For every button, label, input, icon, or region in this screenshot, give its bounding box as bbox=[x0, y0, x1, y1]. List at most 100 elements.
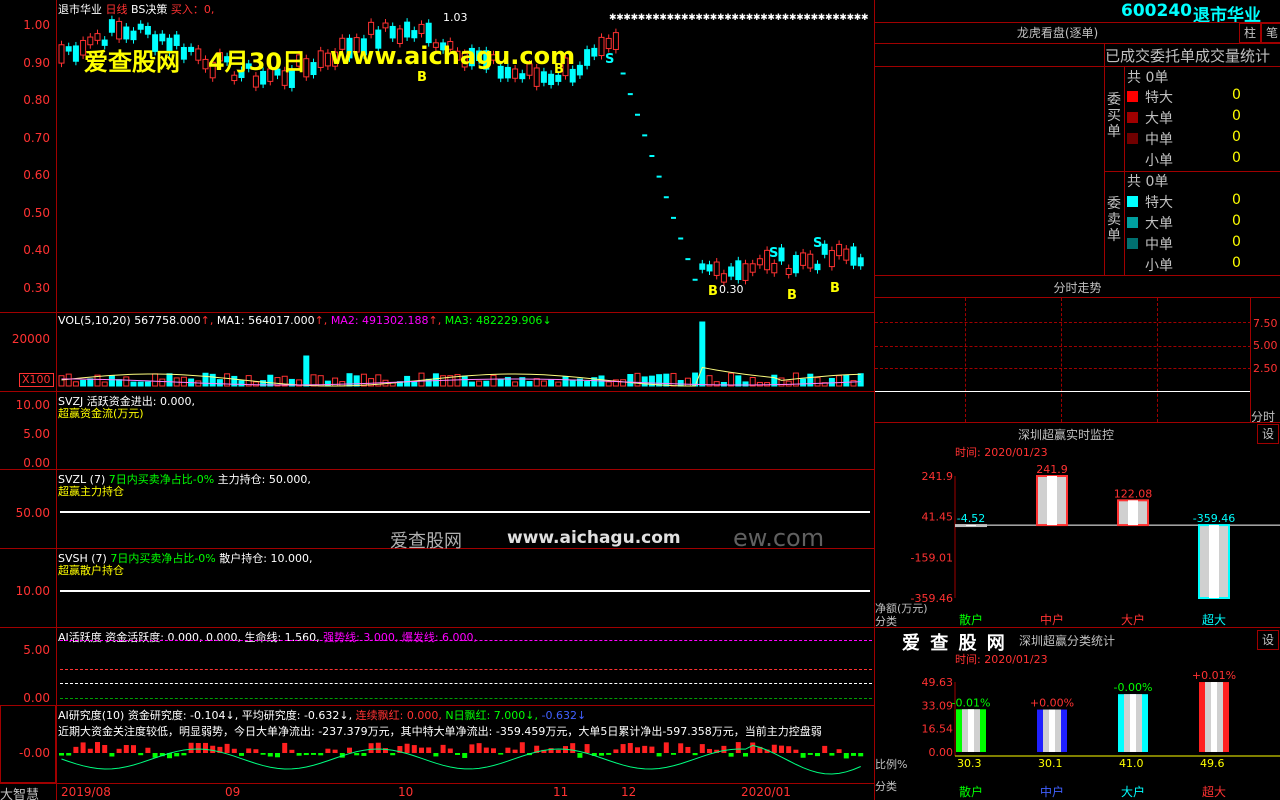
research-bar bbox=[318, 753, 324, 756]
research-bar bbox=[829, 753, 835, 756]
class-bar-chart[interactable]: 49.63 33.09 16.54 0.00 -0.01% 30.3 散户 +0.00% 30.… bbox=[875, 664, 1280, 800]
volume-bar bbox=[562, 376, 569, 387]
volume-bar bbox=[152, 373, 159, 387]
monitor-bar-chart[interactable]: 241.9 41.45 -159.01 -359.46 -4.52 散户 241.9 中户 12… bbox=[875, 458, 1280, 628]
stair-step bbox=[671, 216, 676, 219]
monitor-category: 散户 bbox=[959, 612, 983, 627]
volume-bars bbox=[58, 321, 864, 387]
research-bar bbox=[116, 748, 122, 753]
volume-bar bbox=[512, 381, 519, 387]
volume-bar bbox=[72, 381, 79, 387]
research-bar bbox=[699, 744, 705, 753]
y-tick: 0.30 bbox=[23, 281, 50, 295]
watermark-url: www.aichagu.com bbox=[330, 42, 576, 70]
volume-bar bbox=[677, 380, 684, 387]
candle-body bbox=[612, 32, 619, 50]
svzl-hold: 主力持仓: 50.000, bbox=[217, 473, 311, 486]
candle-body bbox=[512, 68, 519, 79]
candle-body bbox=[857, 257, 864, 267]
volume-bar bbox=[756, 381, 763, 387]
research-bar bbox=[59, 753, 64, 756]
volume-bar bbox=[216, 379, 223, 387]
volume-bar bbox=[728, 372, 735, 387]
class-category: 中户 bbox=[1040, 784, 1064, 799]
candle-body bbox=[548, 73, 555, 86]
svzj-subtitle: 超赢资金流(万元) bbox=[58, 407, 144, 420]
class-title: 深圳超赢分类统计 bbox=[1019, 634, 1116, 648]
class-settings-button[interactable]: 设 bbox=[1257, 630, 1279, 650]
intraday-y-tick: 2.50 bbox=[1253, 362, 1278, 375]
volume-bar bbox=[144, 381, 151, 387]
research-bar bbox=[613, 749, 619, 753]
volume-bar bbox=[116, 379, 123, 387]
research-bar bbox=[858, 753, 864, 757]
candle-body bbox=[800, 252, 807, 266]
research-bar bbox=[404, 743, 410, 753]
research-bar bbox=[577, 753, 583, 758]
intraday-chart[interactable] bbox=[875, 298, 1251, 422]
monitor-category: 超大 bbox=[1202, 612, 1226, 627]
volume-bar bbox=[584, 380, 591, 387]
volume-bar bbox=[166, 373, 173, 387]
volume-bar bbox=[634, 372, 641, 387]
class-bar-pct: -0.01% bbox=[952, 696, 991, 709]
candle-body bbox=[411, 30, 418, 39]
research-bar bbox=[224, 743, 230, 753]
research-bar bbox=[210, 745, 216, 753]
volume-bar bbox=[548, 379, 555, 387]
strong-line bbox=[60, 669, 872, 670]
candle-body bbox=[159, 33, 166, 42]
volume-bar bbox=[468, 381, 475, 387]
volume-bar bbox=[353, 375, 360, 387]
monitor-y-tick: 241.9 bbox=[922, 470, 954, 483]
sell-row-label: 小单 bbox=[1145, 258, 1173, 274]
candle-body bbox=[706, 264, 713, 272]
chart-area[interactable]: 退市华业 日线 BS决策 买入：0, 1.00 0.90 0.80 0.70 0… bbox=[0, 0, 875, 800]
monitor-y-tick: 41.45 bbox=[922, 511, 954, 524]
research-bar bbox=[267, 753, 273, 757]
tick-mode-button[interactable]: 笔 bbox=[1261, 23, 1280, 43]
class-bar-value: 41.0 bbox=[1119, 757, 1144, 770]
candle-body bbox=[807, 253, 814, 269]
ai-research-val1: 资金研究度: -0.104↓, bbox=[127, 709, 239, 722]
research-bar bbox=[750, 742, 756, 753]
research-bar bbox=[325, 748, 331, 753]
center-watermark-suffix: ew.com bbox=[733, 524, 825, 552]
bar-mode-button[interactable]: 柱 bbox=[1239, 23, 1261, 43]
class-bar-highlight bbox=[968, 709, 974, 752]
svzl-y-tick: 50.00 bbox=[15, 506, 50, 520]
research-bar bbox=[95, 742, 100, 753]
volume-bar bbox=[432, 373, 439, 387]
candle-body bbox=[195, 48, 202, 61]
buy-marker: B bbox=[708, 284, 718, 299]
stair-step bbox=[620, 72, 626, 75]
research-bar bbox=[491, 748, 496, 753]
research-bar bbox=[793, 749, 799, 753]
svzl-subtitle: 超赢主力持仓 bbox=[58, 485, 124, 498]
ai-research-val4: N日飘红: 7.000↓, bbox=[445, 709, 538, 722]
candle-body bbox=[713, 261, 720, 276]
candle-body bbox=[785, 268, 792, 275]
svzj-y-tick: 5.00 bbox=[23, 427, 50, 441]
stair-step bbox=[635, 113, 640, 116]
candle-body bbox=[605, 37, 612, 50]
candle-body bbox=[252, 75, 259, 88]
candle-body bbox=[382, 22, 389, 29]
research-bar bbox=[426, 747, 432, 753]
research-bar bbox=[836, 749, 842, 753]
research-bar bbox=[606, 753, 612, 755]
monitor-settings-button[interactable]: 设 bbox=[1257, 424, 1279, 444]
intraday-y-tick: 5.00 bbox=[1253, 339, 1278, 352]
ai-active-strong: 强势线: 3.000, bbox=[323, 631, 399, 644]
volume-bar bbox=[699, 321, 706, 387]
research-bar bbox=[411, 745, 417, 753]
research-bar bbox=[102, 745, 108, 753]
candle-body bbox=[850, 246, 857, 266]
monitor-bar-label: 241.9 bbox=[1036, 463, 1068, 476]
stock-code: 600240 bbox=[1121, 1, 1192, 21]
svsh-ratio: 7日内买卖净占比-0% bbox=[110, 552, 216, 565]
research-bar bbox=[390, 753, 396, 756]
class-y-tick: 33.09 bbox=[922, 699, 954, 712]
research-bar bbox=[512, 749, 518, 753]
sell-row-value: 0 bbox=[1232, 213, 1241, 229]
